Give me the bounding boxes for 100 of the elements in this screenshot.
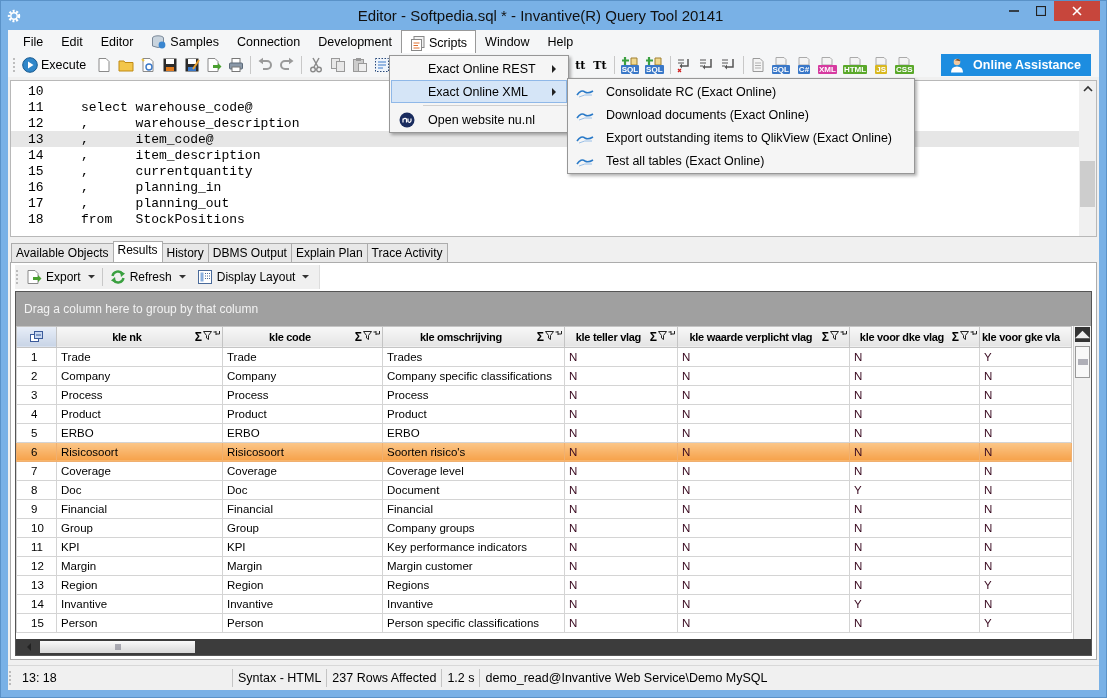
horizontal-scrollbar[interactable] [16, 639, 1091, 655]
table-row[interactable]: 14 Invantive Invantive Invantive N N Y N [16, 594, 1072, 614]
tab[interactable]: DBMS Output [207, 243, 292, 262]
open-file-icon[interactable] [140, 57, 157, 73]
menu-item[interactable]: Download documents (Exact Online) [569, 103, 913, 126]
column-header[interactable]: kle nk Σ [56, 326, 223, 348]
table-row[interactable]: 8 Doc Doc Document N N Y N [16, 480, 1072, 500]
filter-icon[interactable] [830, 330, 839, 340]
grip-icon [114, 644, 121, 650]
sum-button[interactable]: Σ [649, 330, 657, 343]
filter-icon[interactable] [203, 330, 212, 340]
menu-item[interactable]: Exact Online XML [391, 80, 567, 103]
menu-item[interactable]: Export outstanding items to QlikView (Exact Online) [569, 126, 913, 149]
menu-item[interactable]: Exact Online REST [391, 57, 567, 80]
grip-icon[interactable] [8, 670, 12, 686]
table-row[interactable]: 13 Region Region Regions N N N Y [16, 575, 1072, 595]
scrollbar-thumb[interactable] [1080, 161, 1095, 207]
table-row[interactable]: 11 KPI KPI Key performance indicators N N N N [16, 537, 1072, 557]
column-header[interactable]: kle code Σ [222, 326, 383, 348]
new-file-icon[interactable] [96, 57, 113, 73]
scrollbar-thumb[interactable] [1075, 345, 1090, 378]
menu-item[interactable]: Open website nu.nl [391, 108, 567, 131]
grip-icon[interactable] [15, 269, 19, 285]
copy-icon[interactable] [330, 57, 347, 73]
file-type-button[interactable]: C# [796, 56, 812, 74]
menu-item[interactable]: Help [538, 29, 583, 54]
sum-button[interactable]: Σ [194, 330, 202, 343]
sum-button[interactable]: Σ [951, 330, 959, 343]
table-row[interactable]: 12 Margin Margin Margin customer N N N N [16, 556, 1072, 576]
filter-icon[interactable] [545, 330, 554, 340]
toolbar-button[interactable]: Refresh [105, 269, 190, 285]
table-cell: Margin customer [382, 556, 565, 576]
table-cell: N [979, 594, 1072, 614]
undo-icon[interactable] [257, 57, 274, 73]
toolbar-button[interactable]: Export [22, 269, 99, 285]
paste-icon[interactable] [352, 57, 369, 73]
table-row[interactable]: 4 Product Product Product N N N N [16, 404, 1072, 424]
printer-icon[interactable] [228, 57, 245, 73]
vertical-scrollbar[interactable] [1079, 81, 1096, 236]
filter-icon[interactable] [363, 330, 372, 340]
menu-item[interactable]: Connection [228, 29, 310, 54]
play-icon [22, 57, 38, 73]
table-cell: Person specific classifications [382, 613, 565, 633]
save-as-icon[interactable] [184, 57, 201, 73]
vertical-scrollbar[interactable] [1073, 325, 1091, 640]
case-button[interactable]: tt [574, 58, 587, 72]
menu-item[interactable]: Scripts [400, 29, 477, 56]
column-header[interactable]: kle omschrijving Σ [382, 326, 565, 348]
column-header[interactable]: kle waarde verplicht vlag Σ [677, 326, 850, 348]
sum-button[interactable]: Σ [536, 330, 544, 343]
scissors-icon[interactable] [308, 57, 325, 73]
redo-icon[interactable] [279, 57, 296, 73]
online-assistance-button[interactable]: Online Assistance [941, 54, 1091, 76]
status-text: 13: 18 [21, 670, 58, 687]
menu-item[interactable]: Edit [52, 29, 92, 54]
table-cell: N [849, 366, 980, 386]
save-icon[interactable] [162, 57, 179, 73]
menu-item[interactable]: Consolidate RC (Exact Online) [569, 80, 913, 103]
case-button[interactable]: Tt [592, 58, 608, 72]
table-row[interactable]: 1 Trade Trade Trades N N N Y [16, 347, 1072, 367]
table-row[interactable]: 10 Group Group Company groups N N N N [16, 518, 1072, 538]
sum-button[interactable]: Σ [354, 330, 362, 343]
column-header[interactable]: kle teller vlag Σ [564, 326, 678, 348]
menu-item[interactable]: Editor [91, 29, 143, 54]
filter-icon[interactable] [960, 330, 969, 340]
add-document-icon [621, 56, 638, 65]
export-file-icon[interactable] [206, 57, 223, 73]
table-row[interactable]: 9 Financial Financial Financial N N N N [16, 499, 1072, 519]
table-cell: N [564, 518, 678, 538]
table-row[interactable]: 5 ERBO ERBO ERBO N N N N [16, 423, 1072, 443]
select-icon[interactable] [374, 57, 391, 73]
tab[interactable]: Trace Activity [366, 243, 448, 262]
table-row[interactable]: 3 Process Process Process N N N N [16, 385, 1072, 405]
menu-item[interactable]: Test all tables (Exact Online) [569, 149, 913, 172]
tab[interactable]: History [161, 243, 209, 262]
menu-item[interactable]: Development [309, 29, 401, 54]
column-header[interactable]: kle voor dke vlag Σ [849, 326, 980, 348]
table-row[interactable]: 6 Risicosoort Risicosoort Soorten risico's N N N N [16, 442, 1072, 462]
table-row[interactable]: 7 Coverage Coverage Coverage level N N N N [16, 461, 1072, 481]
menu-item[interactable]: Samples [142, 29, 228, 54]
grip-icon[interactable] [12, 57, 16, 73]
tab[interactable]: Results [112, 241, 163, 262]
table-row[interactable]: 2 Company Company Company specific classifications N N N N [16, 366, 1072, 386]
filter-icon[interactable] [658, 330, 667, 340]
scrollbar-thumb[interactable] [40, 641, 195, 653]
tab[interactable]: Explain Plan [290, 243, 368, 262]
menu-item[interactable]: File [14, 29, 53, 54]
folder-icon[interactable] [118, 57, 135, 73]
column-header[interactable]: kle voor gke vla [979, 326, 1072, 348]
tab[interactable]: Available Objects [11, 243, 114, 262]
document-icon[interactable] [749, 57, 766, 73]
scroll-up-icon[interactable] [1075, 326, 1090, 342]
column-chooser-button[interactable] [16, 326, 57, 348]
scroll-up-icon[interactable] [1082, 85, 1093, 93]
execute-button[interactable]: Execute [22, 57, 87, 73]
line-number: 17 [27, 195, 45, 211]
table-row[interactable]: 15 Person Person Person specific classifications N N N Y [16, 613, 1072, 633]
toolbar-button[interactable]: Display Layout [192, 269, 314, 285]
menu-item[interactable]: Window [476, 29, 539, 54]
sum-button[interactable]: Σ [821, 330, 829, 343]
